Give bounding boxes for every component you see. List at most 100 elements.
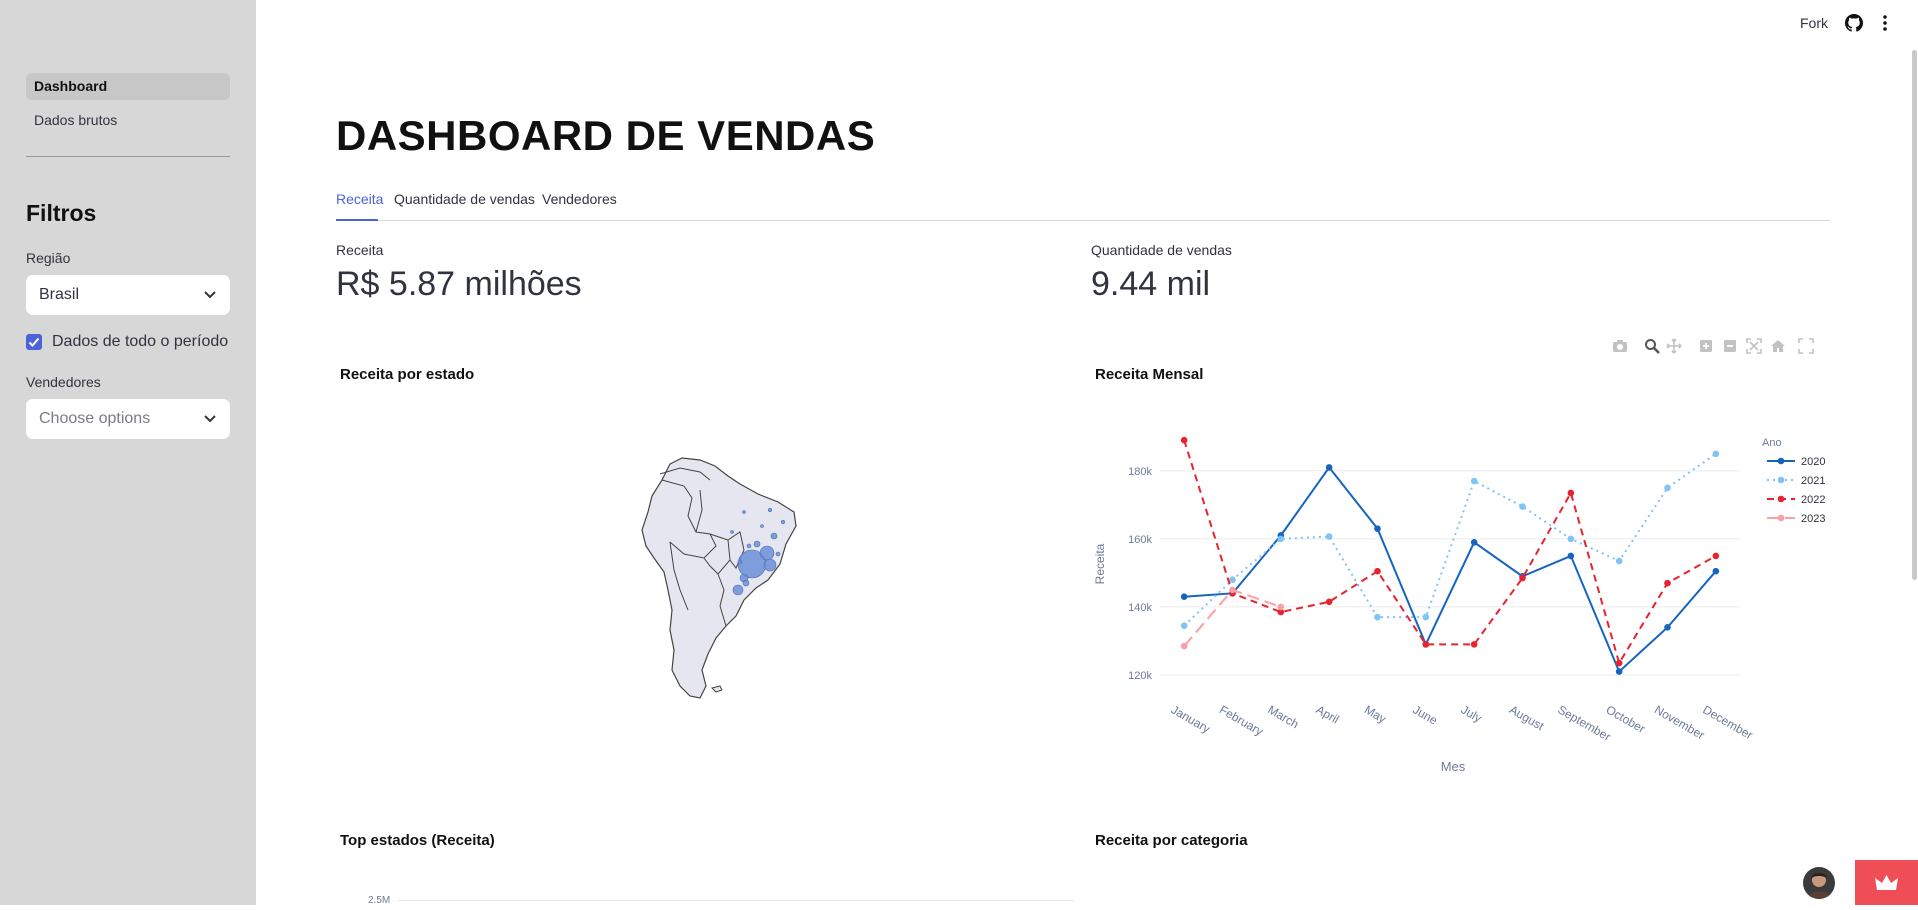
region-select[interactable]: Brasil [26, 275, 230, 315]
y-tick-label: 120k [1128, 670, 1152, 682]
category-chart-title: Receita por categoria [1095, 832, 1248, 849]
sidebar-item-dashboard[interactable]: Dashboard [26, 73, 230, 100]
data-point-2021 [1277, 535, 1285, 543]
x-tick-label: September [1555, 702, 1613, 743]
state-bubble[interactable] [759, 545, 775, 561]
data-point-2022 [1519, 574, 1526, 582]
page-title: DASHBOARD DE VENDAS [336, 112, 876, 159]
state-bubble[interactable] [763, 558, 777, 572]
legend-marker [1777, 476, 1785, 484]
x-tick-label: December [1700, 702, 1755, 742]
period-checkbox[interactable] [26, 334, 42, 350]
camera-icon[interactable] [1612, 338, 1628, 354]
data-point-2022 [1615, 659, 1623, 667]
sidebar-divider [26, 156, 230, 157]
tab-vendedores[interactable]: Vendedores [542, 191, 617, 207]
x-tick-label: August [1507, 702, 1547, 733]
y-tick-label: 180k [1128, 466, 1152, 478]
data-point-2021 [1519, 503, 1526, 510]
data-point-2020 [1470, 538, 1478, 546]
legend-marker [1777, 514, 1785, 522]
receita-mensal-chart[interactable]: 120k 140k 160k 180k January February March Apr… [1080, 420, 1840, 780]
state-bubble[interactable] [732, 584, 744, 596]
sidebar-item-label: Dados brutos [34, 112, 118, 128]
legend-marker [1777, 495, 1785, 503]
fullscreen-icon[interactable] [1798, 338, 1814, 354]
streamlit-badge[interactable] [1855, 860, 1918, 905]
zoom-out-icon[interactable] [1722, 338, 1738, 354]
series-line-2023 [1183, 588, 1282, 647]
pan-icon[interactable] [1666, 338, 1682, 354]
sidebar-item-dados-brutos[interactable]: Dados brutos [26, 107, 230, 134]
y-tick-label: 140k [1128, 602, 1152, 614]
data-point-2022 [1422, 641, 1430, 648]
state-bubble[interactable] [737, 559, 743, 565]
data-point-2020 [1567, 552, 1575, 560]
bar-chart-title: Top estados (Receita) [340, 832, 495, 849]
filters-title: Filtros [26, 200, 97, 226]
metric-receita-label: Receita [336, 242, 384, 258]
metric-receita-value: R$ 5.87 milhões [336, 265, 582, 303]
data-point-2023 [1180, 642, 1188, 650]
data-point-2022 [1664, 579, 1671, 587]
active-tab-indicator [336, 219, 378, 221]
legend-label: 2021 [1801, 475, 1825, 487]
state-bubble[interactable] [770, 532, 778, 540]
data-point-2021 [1615, 557, 1623, 565]
data-point-2021 [1325, 533, 1333, 540]
period-checkbox-label: Dados de todo o período [52, 333, 229, 350]
x-tick-label: July [1459, 702, 1484, 725]
data-point-2021 [1712, 450, 1720, 458]
state-bubble[interactable] [746, 543, 752, 549]
github-icon[interactable] [1845, 14, 1863, 32]
avatar[interactable] [1803, 867, 1835, 899]
state-bubble[interactable] [742, 510, 746, 514]
legend-label: 2022 [1801, 494, 1825, 506]
bar-gridline [398, 900, 1074, 901]
data-point-2023 [1277, 603, 1285, 611]
legend-marker [1777, 457, 1785, 465]
state-bubble[interactable] [742, 579, 750, 587]
state-bubble[interactable] [760, 524, 764, 528]
x-axis-label: Mes [1441, 759, 1466, 774]
data-point-2020 [1615, 668, 1623, 675]
sellers-multiselect[interactable]: Choose options [26, 399, 230, 439]
state-bubble[interactable] [753, 540, 761, 548]
data-point-2020 [1374, 525, 1381, 532]
y-tick-label: 160k [1128, 534, 1152, 546]
more-vertical-icon[interactable] [1882, 14, 1888, 32]
data-point-2021 [1374, 613, 1381, 621]
fork-button[interactable]: Fork [1800, 15, 1828, 31]
data-point-2020 [1664, 624, 1671, 631]
series-line-2020 [1184, 465, 1717, 674]
line-chart-title: Receita Mensal [1095, 366, 1204, 383]
data-point-2020 [1712, 567, 1720, 575]
data-point-2022 [1712, 552, 1720, 560]
x-tick-label: March [1265, 702, 1301, 731]
data-point-2022 [1567, 489, 1575, 497]
x-tick-label: June [1410, 702, 1440, 727]
state-bubble[interactable] [730, 530, 734, 534]
data-point-2022 [1470, 641, 1478, 648]
y-axis-label: Receita [1093, 543, 1107, 584]
zoom-icon[interactable] [1644, 338, 1660, 354]
autoscale-icon[interactable] [1746, 338, 1762, 354]
data-point-2022 [1180, 436, 1188, 444]
state-bubble[interactable] [780, 519, 786, 525]
sidebar-item-label: Dashboard [34, 78, 108, 94]
tabs-divider [336, 220, 1830, 221]
chart-modebar [1612, 338, 1822, 358]
zoom-in-icon[interactable] [1698, 338, 1714, 354]
x-tick-label: May [1362, 702, 1389, 725]
tab-quantidade-de-vendas[interactable]: Quantidade de vendas [394, 191, 535, 207]
data-point-2021 [1229, 576, 1236, 584]
state-bubble[interactable] [767, 507, 773, 513]
bar-axis-tick-label: 2.5M [368, 895, 391, 906]
scrollbar-thumb[interactable] [1912, 50, 1917, 580]
data-point-2020 [1325, 464, 1333, 471]
chevron-down-icon [204, 399, 216, 455]
home-icon[interactable] [1770, 338, 1786, 354]
metric-vendas-label: Quantidade de vendas [1091, 242, 1232, 258]
state-bubble[interactable] [775, 551, 781, 557]
tab-receita[interactable]: Receita [336, 191, 383, 207]
